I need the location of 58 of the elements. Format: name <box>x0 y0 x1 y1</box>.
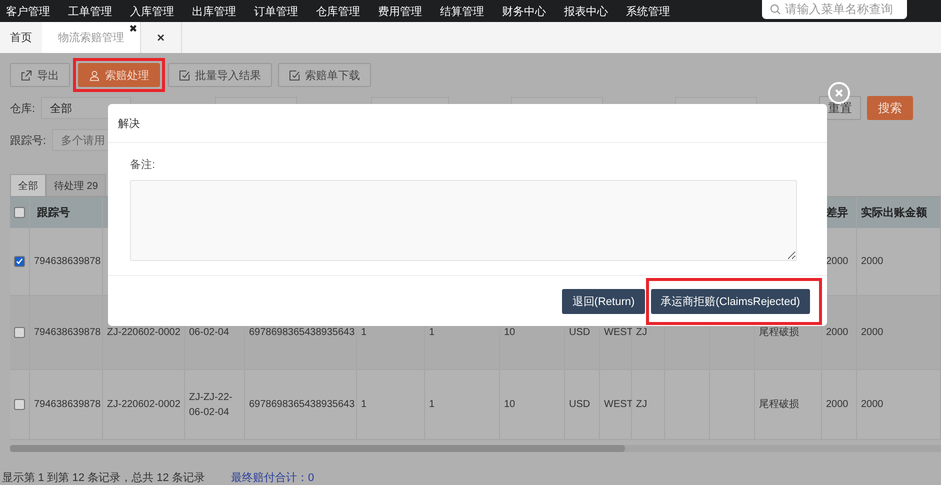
table-cell: ZJ-220602-0002 <box>103 370 185 440</box>
table-cell: 2000 <box>822 296 857 370</box>
column-header: 实际出账金额 <box>857 197 941 228</box>
table-cell: 794638639878 <box>30 228 103 296</box>
table-cell: ZJ-ZJ-22-06-02-04 <box>185 370 245 440</box>
menu-item[interactable]: 入库管理 <box>130 4 192 18</box>
table-cell: 794638639878 <box>30 296 103 370</box>
checkbox[interactable] <box>14 327 25 338</box>
menu-item[interactable]: 订单管理 <box>254 4 316 18</box>
table-cell: ZJ <box>632 370 665 440</box>
table-cell: 2000 <box>822 370 857 440</box>
menu-item[interactable]: 客户管理 <box>6 4 68 18</box>
dialog-button[interactable]: 承运商拒赔(ClaimsRejected) <box>650 288 810 314</box>
menu-item[interactable]: 财务中心 <box>502 4 564 18</box>
close-icon[interactable]: ✖ <box>129 25 137 35</box>
checkbox[interactable] <box>14 207 25 218</box>
edit-check-icon <box>179 70 190 80</box>
status-tab[interactable]: 全部 <box>10 174 46 196</box>
menu-item[interactable]: 报表中心 <box>564 4 626 18</box>
column-header: 跟踪号 <box>30 197 103 228</box>
edit-check-icon <box>289 70 300 80</box>
status-tab[interactable]: 待处理 29 <box>46 174 106 196</box>
table-cell: 2000 <box>857 228 941 296</box>
page-tab[interactable]: 物流索赔管理 ✖ <box>42 22 140 53</box>
table-cell: 10 <box>500 370 565 440</box>
payout-total: 最终赔付合计：0 <box>230 470 314 485</box>
menu-item[interactable]: 仓库管理 <box>316 4 378 18</box>
search-icon <box>770 4 781 14</box>
table-cell: 794638639878 <box>30 370 103 440</box>
table-cell: 1 <box>425 370 500 440</box>
table-cell: USD <box>565 370 600 440</box>
menu-item[interactable]: 出库管理 <box>192 4 254 18</box>
page-tab[interactable]: 首页 <box>0 22 42 53</box>
horizontal-scrollbar[interactable] <box>10 445 941 452</box>
export-icon <box>21 70 32 80</box>
dialog-button[interactable]: 退回(Return) <box>562 288 645 314</box>
remark-field[interactable] <box>130 180 797 261</box>
table-cell: WEST <box>600 370 632 440</box>
user-icon <box>89 70 100 80</box>
menu-item[interactable]: 结算管理 <box>440 4 502 18</box>
menu-item[interactable]: 系统管理 <box>626 4 688 18</box>
table-cell: 2000 <box>857 370 941 440</box>
table-cell: 6978698365438935643 <box>245 370 357 440</box>
checkbox[interactable] <box>14 256 25 267</box>
toolbar-button[interactable]: 批量导入结果 <box>168 63 272 87</box>
menu-item[interactable]: 工单管理 <box>68 4 130 18</box>
filter-label: 仓库: <box>10 102 36 116</box>
dialog-title: 解决 <box>118 116 140 130</box>
toolbar-button[interactable]: 索赔单下载 <box>278 63 371 87</box>
remark-label: 备注: <box>130 158 156 172</box>
table-cell: 1 <box>357 370 425 440</box>
table-cell: 2000 <box>857 296 941 370</box>
record-summary: 显示第 1 到第 12 条记录，总共 12 条记录 <box>2 471 205 485</box>
table-cell: 尾程破损 <box>755 370 822 440</box>
filter-label: 跟踪号: <box>10 134 46 148</box>
menu-item[interactable]: 费用管理 <box>378 4 440 18</box>
checkbox[interactable] <box>14 399 25 410</box>
toolbar-button[interactable]: 导出 <box>10 63 70 87</box>
